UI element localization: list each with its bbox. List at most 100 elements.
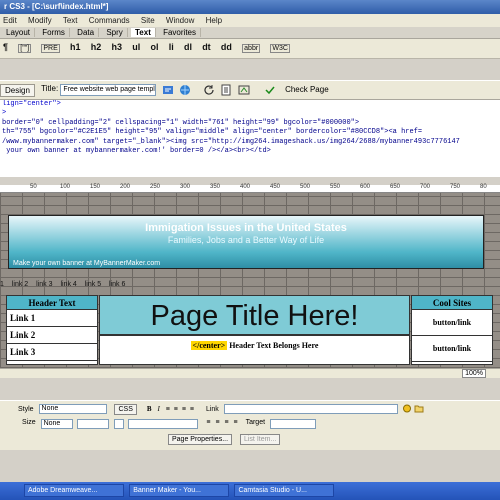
title-input[interactable]: Free website web page templa — [60, 84, 157, 96]
dt-button[interactable]: dt — [202, 42, 211, 52]
sidebar-link[interactable]: Link 2 — [7, 327, 97, 344]
pre-button[interactable]: PRE — [41, 44, 60, 53]
li-button[interactable]: li — [169, 42, 174, 52]
document-toolbar: Design Title: Free website web page temp… — [0, 80, 500, 100]
tab-layout[interactable]: Layout — [2, 28, 36, 37]
visual-aids-icon[interactable] — [238, 84, 250, 96]
acronym-button[interactable]: W3C — [270, 44, 290, 53]
dd-button[interactable]: dd — [221, 42, 232, 52]
bold-icon[interactable]: B — [147, 405, 152, 413]
italic-icon[interactable]: I — [157, 405, 159, 413]
align-right-icon[interactable]: ≡ — [182, 406, 186, 413]
view-options-icon[interactable] — [220, 84, 232, 96]
code-line: border="0" cellpadding="2" cellspacing="… — [2, 118, 360, 127]
nav-link[interactable]: link 3 — [36, 281, 52, 288]
menu-text[interactable]: Text — [63, 16, 78, 25]
sidebar-link[interactable]: Link 1 — [7, 310, 97, 327]
taskbar-item-camtasia[interactable]: Camtasia Studio - U... — [234, 484, 335, 497]
justify-icon[interactable]: ≡ — [190, 406, 194, 413]
sidebar-link[interactable]: Link 3 — [7, 344, 97, 361]
nav-link[interactable]: 1 — [0, 281, 4, 288]
header-text-cell[interactable]: </center> Header Text Belongs Here — [99, 335, 410, 365]
ruler-tick: 300 — [180, 184, 191, 190]
style-select[interactable]: None — [38, 404, 107, 414]
ruler-tick: 600 — [360, 184, 371, 190]
link-input[interactable] — [223, 404, 398, 414]
cool-site-link[interactable]: button/link — [412, 310, 492, 336]
ruler-tick: 50 — [30, 184, 37, 190]
preview-globe-icon[interactable] — [179, 84, 191, 96]
css-button[interactable]: CSS — [114, 404, 137, 415]
dl-button[interactable]: dl — [184, 42, 192, 52]
window-title-bar: r CS3 - [C:\surf\index.html*] — [0, 0, 500, 14]
outdent-icon[interactable]: ≡ — [224, 419, 228, 426]
ruler-tick: 250 — [150, 184, 161, 190]
tab-forms[interactable]: Forms — [38, 28, 70, 37]
size-select[interactable]: None — [40, 419, 73, 429]
tab-favorites[interactable]: Favorites — [159, 28, 201, 37]
menu-help[interactable]: Help — [206, 16, 222, 25]
ruler-tick: 650 — [390, 184, 401, 190]
menu-modify[interactable]: Modify — [28, 16, 52, 25]
browse-folder-icon[interactable] — [414, 404, 424, 413]
right-sidebar-header: Cool Sites — [412, 296, 492, 310]
abbr-button[interactable]: abbr — [242, 44, 261, 53]
left-sidebar: Header Text Link 1 Link 2 Link 3 — [6, 295, 98, 365]
ruler-tick: 150 — [90, 184, 101, 190]
menu-site[interactable]: Site — [141, 16, 155, 25]
menu-commands[interactable]: Commands — [89, 16, 130, 25]
file-management-icon[interactable] — [162, 84, 174, 96]
check-page-button[interactable]: Check Page — [281, 84, 333, 95]
right-sidebar: Cool Sites button/link button/link — [411, 295, 493, 365]
nav-link[interactable]: link 5 — [85, 281, 101, 288]
validate-markup-icon[interactable] — [264, 84, 276, 96]
indent-icon[interactable]: ≡ — [234, 419, 238, 426]
taskbar-item-dreamweaver[interactable]: Adobe Dreamweave... — [24, 484, 124, 497]
align-center-icon[interactable]: ≡ — [174, 406, 178, 413]
zoom-select[interactable]: 100% — [462, 369, 486, 378]
properties-row-2: Size None ≡ ≡ ≡ ≡ Target — [0, 419, 500, 431]
menu-window[interactable]: Window — [166, 16, 194, 25]
tab-spry[interactable]: Spry — [102, 28, 128, 37]
banner-image[interactable]: Immigation Issues in the United States F… — [8, 215, 484, 269]
ruler-tick: 80 — [480, 184, 487, 190]
design-view[interactable]: Immigation Issues in the United States F… — [0, 193, 500, 368]
h1-button[interactable]: h1 — [70, 42, 81, 52]
ul-button[interactable]: ul — [132, 42, 140, 52]
unordered-list-icon[interactable]: ≡ — [206, 419, 210, 426]
header-text: Header Text Belongs Here — [229, 341, 319, 350]
point-to-file-icon[interactable] — [402, 404, 412, 413]
nav-link[interactable]: link 2 — [12, 281, 28, 288]
page-properties-button[interactable]: Page Properties... — [168, 434, 233, 445]
properties-row-1: Style None CSS B I ≡ ≡ ≡ ≡ Link — [0, 404, 500, 416]
refresh-icon[interactable] — [203, 84, 215, 96]
size-label: Size — [22, 419, 36, 426]
paragraph-button[interactable]: ¶ — [3, 42, 8, 52]
taskbar: Adobe Dreamweave... Banner Maker - You..… — [0, 482, 500, 500]
text-color-input[interactable] — [128, 419, 199, 429]
ordered-list-icon[interactable]: ≡ — [215, 419, 219, 426]
h2-button[interactable]: h2 — [91, 42, 102, 52]
align-left-icon[interactable]: ≡ — [166, 406, 170, 413]
nav-link[interactable]: link 4 — [60, 281, 76, 288]
target-label: Target — [245, 419, 266, 426]
ol-button[interactable]: ol — [150, 42, 158, 52]
page-title[interactable]: Page Title Here! — [99, 295, 410, 335]
tab-text[interactable]: Text — [131, 28, 156, 37]
code-view[interactable]: lign="center"> > border="0" cellpadding="2… — [0, 100, 500, 177]
h3-button[interactable]: h3 — [111, 42, 122, 52]
target-select[interactable] — [270, 419, 316, 429]
blockquote-button[interactable]: [""] — [18, 44, 32, 53]
menu-edit[interactable]: Edit — [3, 16, 17, 25]
size-unit-select[interactable] — [76, 419, 109, 429]
text-color-swatch[interactable] — [114, 419, 125, 429]
cool-site-link[interactable]: button/link — [412, 336, 492, 362]
nav-link[interactable]: link 6 — [109, 281, 125, 288]
design-view-button[interactable]: Design — [0, 84, 35, 97]
menu-bar: Edit Modify Text Commands Site Window He… — [0, 14, 500, 27]
tab-data[interactable]: Data — [73, 28, 100, 37]
taskbar-item-banner-maker[interactable]: Banner Maker - You... — [129, 484, 230, 497]
list-item-button[interactable]: List Item... — [239, 434, 281, 445]
properties-panel: Style None CSS B I ≡ ≡ ≡ ≡ Link Size Non… — [0, 400, 500, 450]
banner-credit: Make your own banner at MyBannerMaker.co… — [13, 260, 161, 267]
